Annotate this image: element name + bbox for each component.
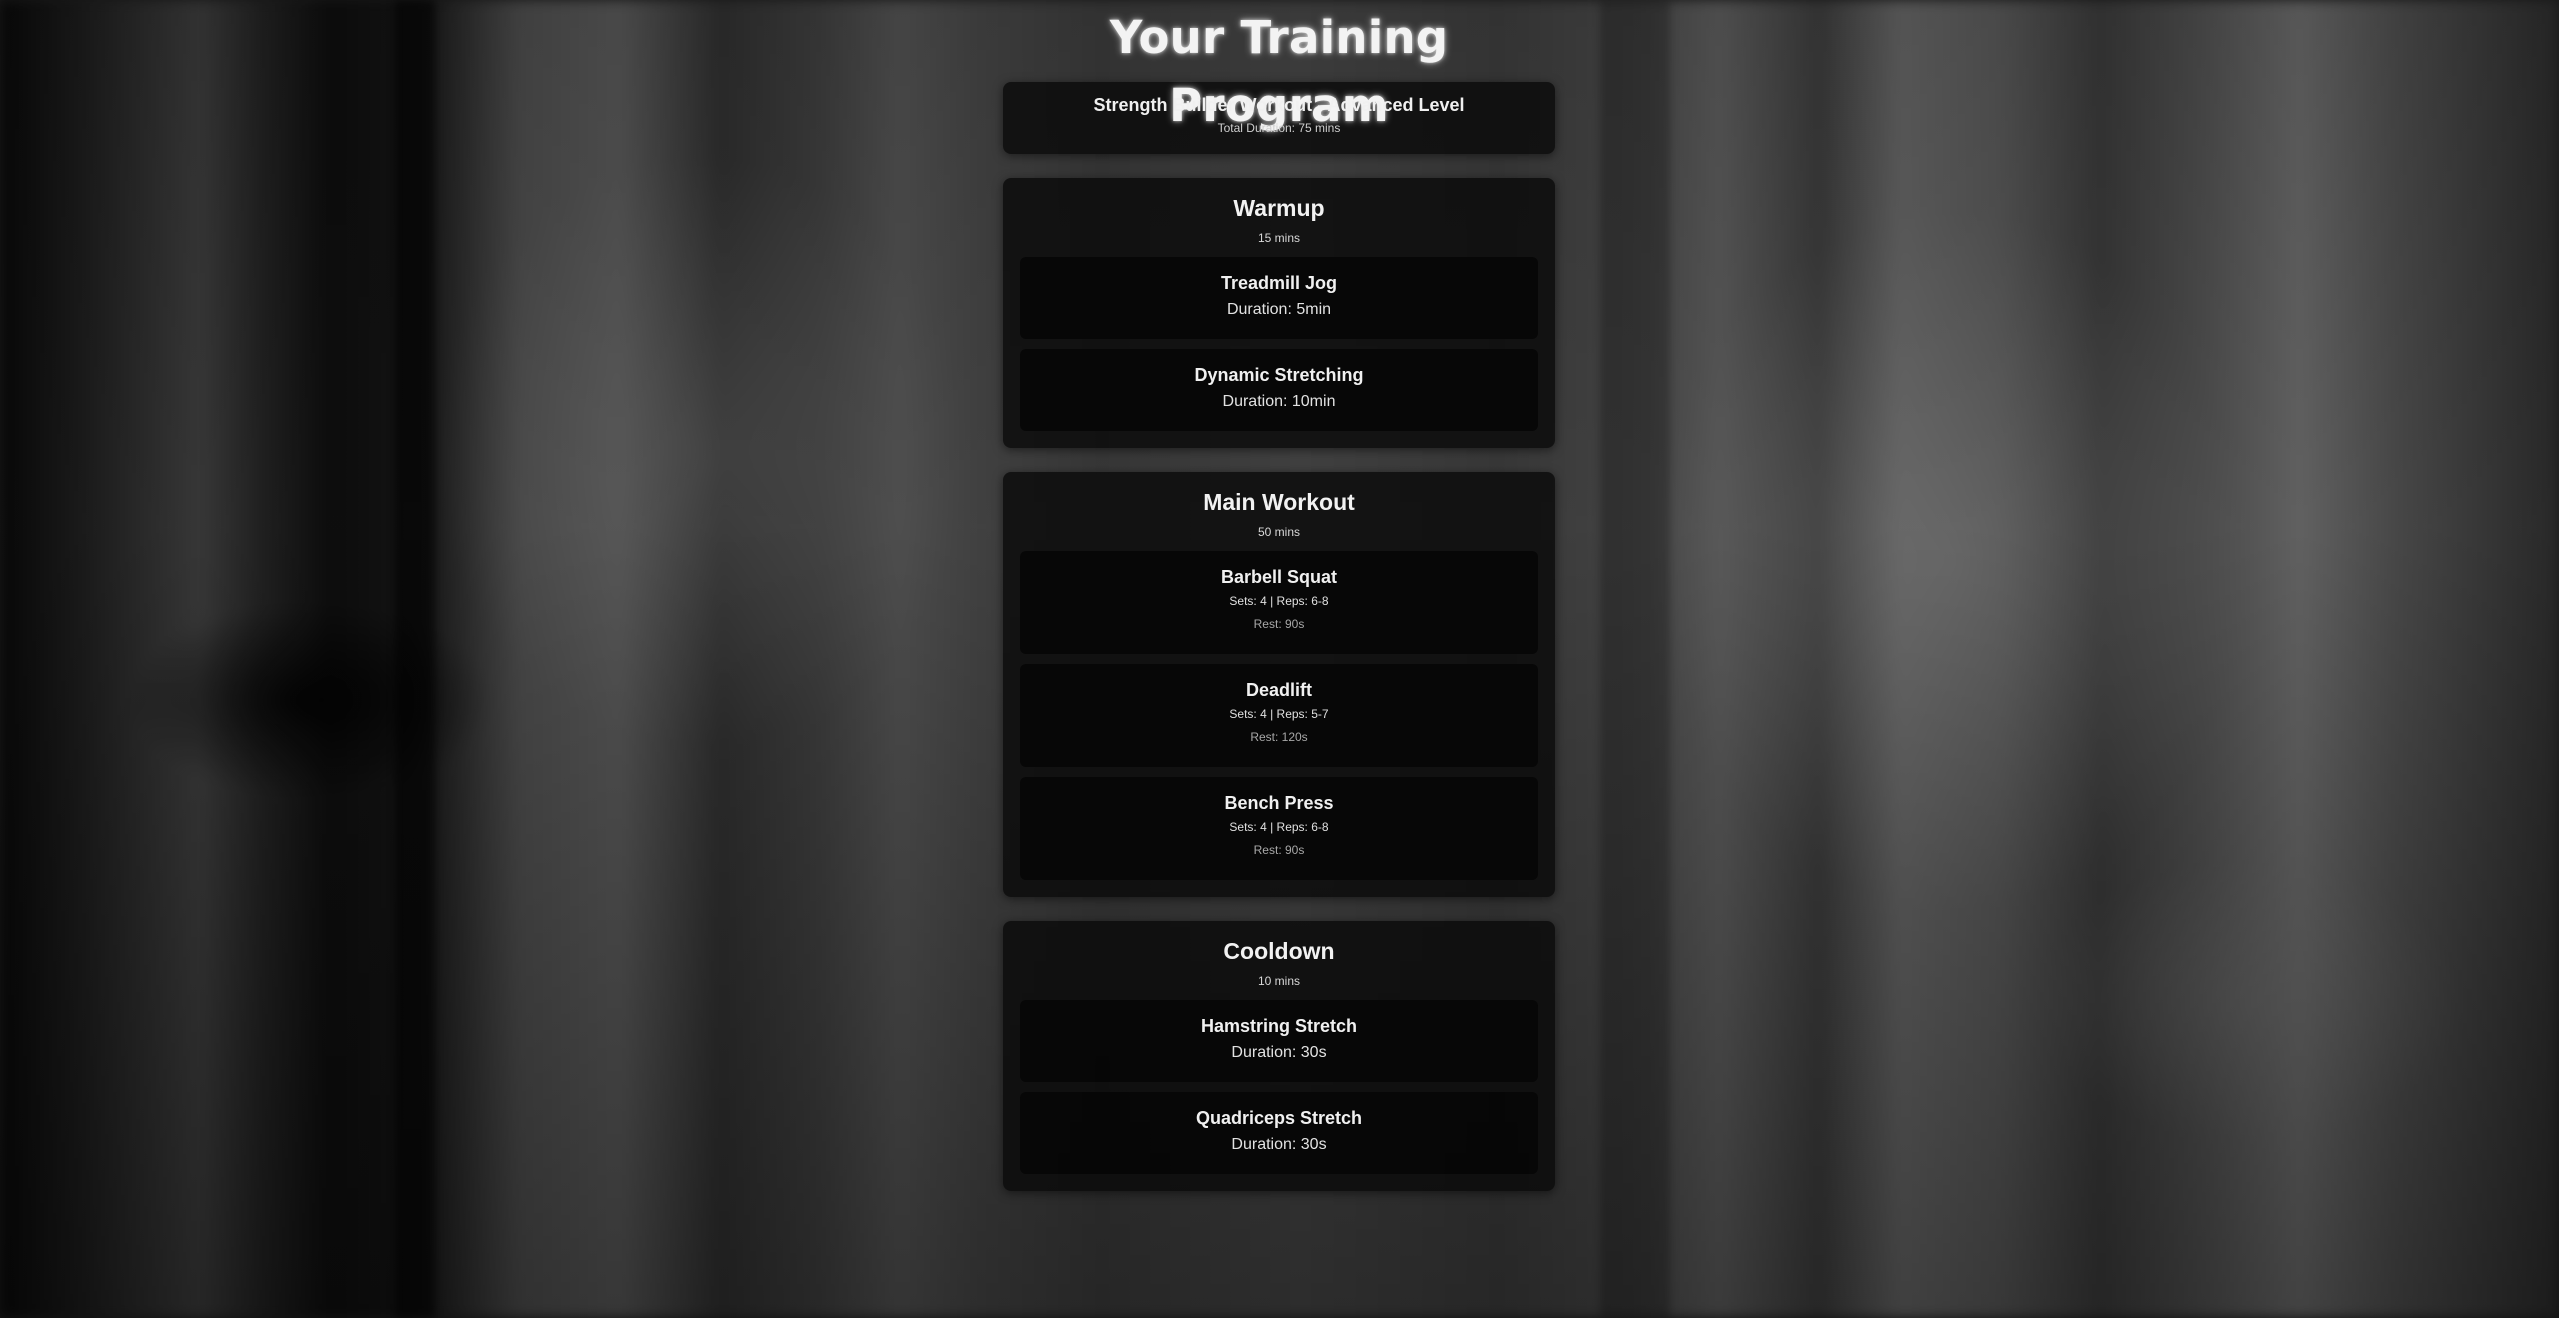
- section-warmup: Warmup 15 mins Treadmill Jog Duration: 5…: [1003, 178, 1555, 448]
- exercise-name: Treadmill Jog: [1220, 273, 1338, 293]
- exercise-sets-reps: Sets: 4 | Reps: 5-7: [1229, 707, 1329, 721]
- section-main-workout: Main Workout 50 mins Barbell Squat Sets:…: [1003, 472, 1555, 897]
- exercise-name: Bench Press: [1224, 793, 1334, 813]
- page-title: Your Training Program: [1109, 11, 1449, 132]
- section-duration: 10 mins: [1257, 974, 1301, 988]
- exercise-duration: Duration: 10min: [1222, 393, 1336, 410]
- exercise-card-quadriceps-stretch: Quadriceps Stretch Duration: 30s: [1020, 1092, 1538, 1174]
- section-title: Warmup: [1233, 195, 1325, 221]
- exercise-name: Barbell Squat: [1220, 567, 1338, 587]
- exercise-card-barbell-squat: Barbell Squat Sets: 4 | Reps: 6-8 Rest: …: [1020, 551, 1538, 654]
- section-title: Cooldown: [1223, 938, 1335, 964]
- exercise-name: Deadlift: [1245, 680, 1312, 700]
- exercise-duration: Duration: 5min: [1226, 301, 1332, 318]
- exercise-sets-reps: Sets: 4 | Reps: 6-8: [1229, 820, 1329, 834]
- exercise-rest: Rest: 120s: [1250, 730, 1308, 744]
- exercise-card-dynamic-stretching: Dynamic Stretching Duration: 10min: [1020, 349, 1538, 431]
- program-name: Strength Builder Workout - Advanced Leve…: [1093, 95, 1465, 115]
- exercise-name: Hamstring Stretch: [1200, 1016, 1358, 1036]
- training-program-page: Your Training Program Strength Builder W…: [1003, 0, 1555, 1191]
- program-total-duration: Total Duration: 75 mins: [1217, 121, 1341, 135]
- exercise-card-bench-press: Bench Press Sets: 4 | Reps: 6-8 Rest: 90…: [1020, 777, 1538, 880]
- section-cooldown: Cooldown 10 mins Hamstring Stretch Durat…: [1003, 921, 1555, 1191]
- exercise-card-hamstring-stretch: Hamstring Stretch Duration: 30s: [1020, 1000, 1538, 1082]
- exercise-card-treadmill-jog: Treadmill Jog Duration: 5min: [1020, 257, 1538, 339]
- exercise-duration: Duration: 30s: [1231, 1136, 1327, 1153]
- exercise-sets-reps: Sets: 4 | Reps: 6-8: [1229, 594, 1329, 608]
- exercise-rest: Rest: 90s: [1253, 617, 1305, 631]
- section-duration: 15 mins: [1257, 231, 1301, 245]
- exercise-card-deadlift: Deadlift Sets: 4 | Reps: 5-7 Rest: 120s: [1020, 664, 1538, 767]
- exercise-duration: Duration: 30s: [1231, 1044, 1327, 1061]
- exercise-name: Dynamic Stretching: [1194, 365, 1364, 385]
- section-duration: 50 mins: [1257, 525, 1301, 539]
- section-title: Main Workout: [1203, 489, 1355, 515]
- exercise-name: Quadriceps Stretch: [1195, 1108, 1363, 1128]
- exercise-rest: Rest: 90s: [1253, 843, 1305, 857]
